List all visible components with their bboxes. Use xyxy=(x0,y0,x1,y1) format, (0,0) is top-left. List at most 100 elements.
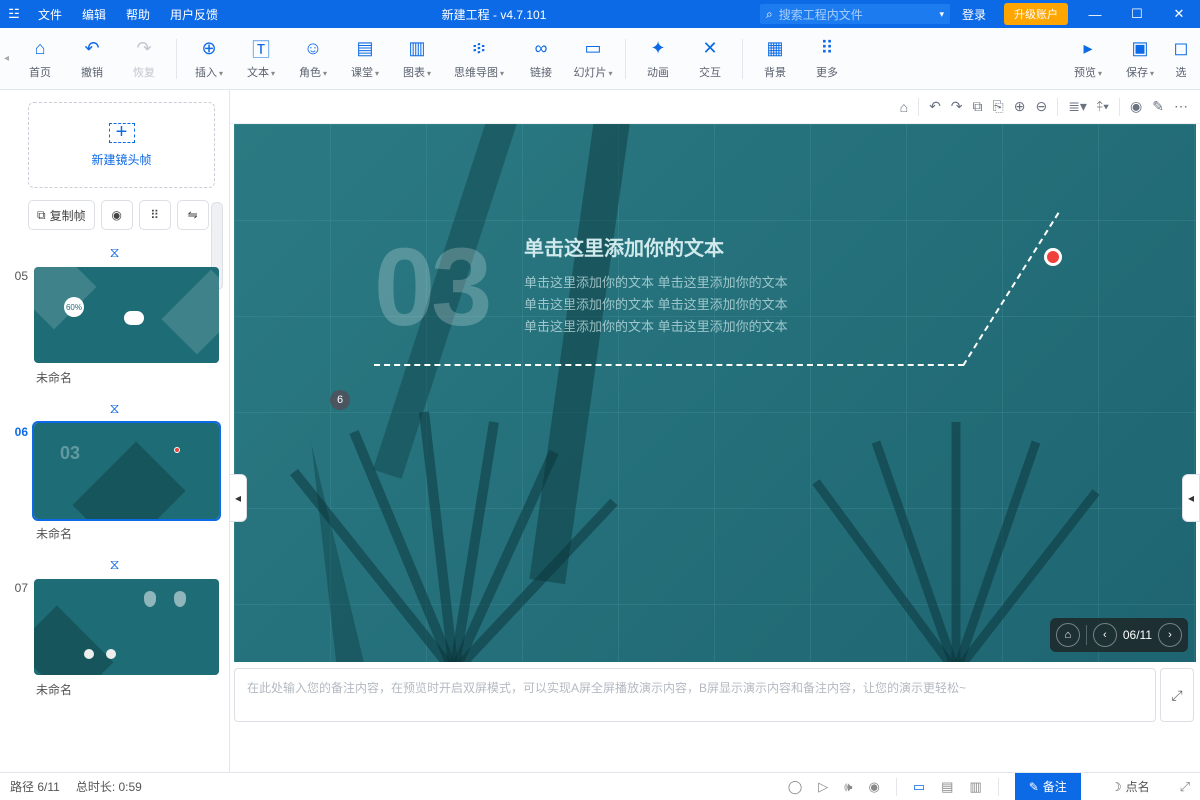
preview-button[interactable]: ▸预览▾ xyxy=(1062,30,1114,88)
slide-canvas[interactable]: 03 单击这里添加你的文本 单击这里添加你的文本 单击这里添加你的文本 单击这里… xyxy=(234,124,1196,662)
copy-frame-button[interactable]: ⧉复制帧 xyxy=(28,200,95,230)
align-icon[interactable]: ≣▾ xyxy=(1068,98,1087,115)
status-view3-icon[interactable]: ▥ xyxy=(969,779,981,795)
anim-button[interactable]: ✦动画 xyxy=(632,30,684,88)
thumbnail-item[interactable]: 06 03 未命名 xyxy=(0,419,229,554)
transition-icon[interactable]: ⧖ xyxy=(0,398,229,419)
window-title: 新建工程 - v4.7.101 xyxy=(228,6,760,23)
new-frame-button[interactable]: + 新建镜头帧 xyxy=(28,102,215,188)
canvas-area[interactable]: 03 单击这里添加你的文本 单击这里添加你的文本 单击这里添加你的文本 单击这里… xyxy=(230,124,1200,772)
refresh-button[interactable]: ⇋ xyxy=(177,200,209,230)
status-sound-icon[interactable]: 🕪 xyxy=(844,779,852,795)
role-button[interactable]: ☺角色▾ xyxy=(287,30,339,88)
copy-icon[interactable]: ⧉ xyxy=(973,98,983,115)
lock-icon[interactable]: ⤉▾ xyxy=(1097,98,1109,115)
marker-dot[interactable] xyxy=(1044,248,1062,266)
save-button[interactable]: ▣保存▾ xyxy=(1114,30,1166,88)
swap-icon: ⇋ xyxy=(188,208,198,222)
status-view1-icon[interactable]: ▭ xyxy=(913,779,925,795)
toolbar-scroll-left[interactable]: ◂ xyxy=(4,53,14,64)
canvas-more-icon[interactable]: ⋯ xyxy=(1174,98,1188,115)
login-button[interactable]: 登录 xyxy=(950,6,998,23)
canvas-toolbar: ⌂ ↶ ↷ ⧉ ⎘ ⊕ ⊖ ≣▾ ⤉▾ ◉ ✎ ⋯ xyxy=(230,90,1200,124)
tab-notes[interactable]: ✎备注 xyxy=(1015,773,1081,800)
nav-home-button[interactable]: ⌂ xyxy=(1056,623,1080,647)
palm-leaf-icon xyxy=(254,392,654,662)
status-play-icon[interactable]: ▷ xyxy=(818,779,828,795)
slide-button[interactable]: ▭幻灯片▾ xyxy=(567,30,619,88)
maximize-button[interactable]: ☐ xyxy=(1116,6,1158,22)
select-icon: ◻ xyxy=(1174,38,1189,60)
class-button[interactable]: ▤课堂▾ xyxy=(339,30,391,88)
link-button[interactable]: ∞链接 xyxy=(515,30,567,88)
copy-icon: ⧉ xyxy=(37,208,46,223)
zoom-out-icon[interactable]: ⊖ xyxy=(1035,98,1047,115)
bell-icon: ☽ xyxy=(1111,780,1122,794)
transition-icon[interactable]: ⧖ xyxy=(0,554,229,575)
redo-button[interactable]: ↷恢复 xyxy=(118,30,170,88)
menu-feedback[interactable]: 用户反馈 xyxy=(160,6,228,23)
background-button[interactable]: ▦背景 xyxy=(749,30,801,88)
interact-button[interactable]: ✕交互 xyxy=(684,30,736,88)
dashed-line-diagonal xyxy=(964,252,1104,366)
notes-input[interactable]: 在此处输入您的备注内容，在预览时开启双屏模式，可以实现A屏全屏播放演示内容，B屏… xyxy=(234,668,1156,722)
board-icon: ▤ xyxy=(356,38,373,60)
menu-file[interactable]: 文件 xyxy=(28,6,72,23)
search-icon: ⌕ xyxy=(766,7,773,22)
thumbnail-item[interactable]: 05 60% 未命名 xyxy=(0,263,229,398)
camera-button[interactable]: ◉ xyxy=(101,200,133,230)
canvas-panel: ⌂ ↶ ↷ ⧉ ⎘ ⊕ ⊖ ≣▾ ⤉▾ ◉ ✎ ⋯ 03 xyxy=(230,90,1200,772)
duration-status: 总时长: 0:59 xyxy=(76,778,142,795)
interact-icon: ✕ xyxy=(702,38,717,60)
more-button[interactable]: ⠿更多 xyxy=(801,30,853,88)
select-button[interactable]: ◻选 xyxy=(1166,30,1196,88)
nav-prev-button[interactable]: ‹ xyxy=(1093,623,1117,647)
zoom-in-icon[interactable]: ⊕ xyxy=(1014,98,1026,115)
tab-rollcall[interactable]: ☽点名 xyxy=(1097,773,1164,800)
expand-notes-button[interactable]: ⤢ xyxy=(1160,668,1194,722)
camera-icon: ◉ xyxy=(111,208,121,222)
home-view-icon[interactable]: ⌂ xyxy=(900,99,908,115)
thumbnail-panel: + 新建镜头帧 ⧉复制帧 ◉ ⠿ ⇋ ⧖ 05 60% 未命名 xyxy=(0,90,230,772)
thumbnail-item[interactable]: 07 未命名 xyxy=(0,575,229,710)
upgrade-button[interactable]: 升级账户 xyxy=(1004,3,1068,25)
menu-help[interactable]: 帮助 xyxy=(116,6,160,23)
sparkle-icon: ✦ xyxy=(650,38,665,60)
minimize-button[interactable]: — xyxy=(1074,7,1116,22)
app-logo-icon: ☳ xyxy=(0,6,28,22)
expand-icon[interactable]: ⤢ xyxy=(1180,779,1190,795)
title-bar: ☳ 文件 编辑 帮助 用户反馈 新建工程 - v4.7.101 ⌕ 搜索工程内文… xyxy=(0,0,1200,28)
rotate-right-icon[interactable]: ↷ xyxy=(951,98,963,115)
insert-button[interactable]: ⊕插入▾ xyxy=(183,30,235,88)
qr-button[interactable]: ⠿ xyxy=(139,200,171,230)
rotate-left-icon[interactable]: ↶ xyxy=(929,98,941,115)
status-toggle-icon[interactable]: ◯ xyxy=(788,779,803,795)
collapse-right-button[interactable]: ◂ xyxy=(1182,474,1200,522)
paste-icon[interactable]: ⎘ xyxy=(993,98,1004,115)
close-button[interactable]: ✕ xyxy=(1158,6,1200,22)
home-button[interactable]: ⌂首页 xyxy=(14,30,66,88)
undo-icon: ↶ xyxy=(84,38,99,60)
slide-caption: 未命名 xyxy=(34,675,219,706)
nav-next-button[interactable]: › xyxy=(1158,623,1182,647)
status-bar: 路径 6/11 总时长: 0:59 ◯ ▷ 🕪 ◉ ▭ ▤ ▥ ✎备注 ☽点名 … xyxy=(0,772,1200,800)
mindmap-button[interactable]: ፨思维导图▾ xyxy=(443,30,515,88)
text-button[interactable]: 🅃文本▾ xyxy=(235,30,287,88)
status-mic-icon[interactable]: ◉ xyxy=(869,779,880,795)
transition-icon[interactable]: ⧖ xyxy=(0,242,229,263)
snapshot-icon[interactable]: ◉ xyxy=(1130,98,1142,115)
slide-navigator: ⌂ ‹ 06/11 › xyxy=(1050,618,1188,652)
collapse-left-button[interactable]: ◂ xyxy=(230,474,247,522)
slide-body-text[interactable]: 单击这里添加你的文本 单击这里添加你的文本 单击这里添加你的文本 单击这里添加你… xyxy=(524,272,788,338)
thumbnail-list: ⧖ 05 60% 未命名 ⧖ 06 xyxy=(0,238,229,772)
undo-button[interactable]: ↶撤销 xyxy=(66,30,118,88)
search-placeholder: 搜索工程内文件 xyxy=(779,6,863,23)
slide-title[interactable]: 单击这里添加你的文本 xyxy=(524,232,724,261)
edit-icon[interactable]: ✎ xyxy=(1152,98,1164,115)
new-frame-label: 新建镜头帧 xyxy=(91,151,151,168)
status-view2-icon[interactable]: ▤ xyxy=(941,779,953,795)
menu-edit[interactable]: 编辑 xyxy=(72,6,116,23)
redo-icon: ↷ xyxy=(136,38,151,60)
chart-button[interactable]: ▥图表▾ xyxy=(391,30,443,88)
search-box[interactable]: ⌕ 搜索工程内文件 ▾ xyxy=(760,4,950,24)
